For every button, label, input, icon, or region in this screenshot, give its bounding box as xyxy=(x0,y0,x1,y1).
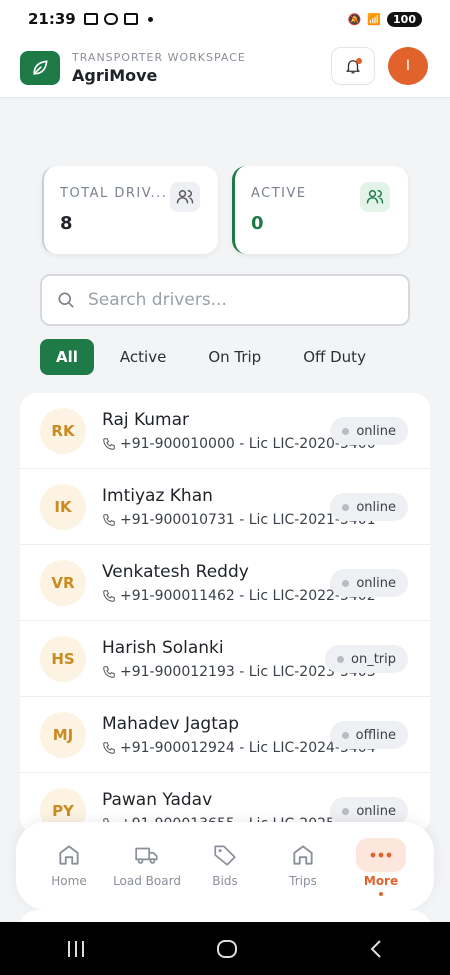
search-icon xyxy=(58,292,74,308)
active-drivers-card: ACTIVE 0 xyxy=(232,166,408,254)
user-avatar[interactable]: I xyxy=(388,47,428,85)
users-active-icon xyxy=(360,182,390,212)
notification-badge xyxy=(356,58,362,64)
status-bar: 21:39 🔕 📶 100 xyxy=(0,0,450,38)
notification-icons xyxy=(83,13,153,25)
status-dot xyxy=(342,807,350,815)
status-dot xyxy=(342,579,350,587)
clock: 21:39 xyxy=(28,10,76,28)
system-icons: 🔕 📶 100 xyxy=(347,11,422,27)
app-header: TRANSPORTER WORKSPACE AgriMove I xyxy=(0,38,450,98)
filter-tabs: All Active On Trip Off Duty xyxy=(40,339,392,375)
nav-more-label: More xyxy=(363,874,399,888)
app-title: AgriMove xyxy=(72,65,158,85)
driver-row[interactable]: MJ Mahadev Jagtap +91-900012924 - Lic LI… xyxy=(20,697,430,773)
nav-load-board-label: Load Board xyxy=(113,874,181,888)
status-text: on_trip xyxy=(351,651,396,667)
status-dot xyxy=(342,427,350,435)
back-icon[interactable] xyxy=(367,939,385,959)
nav-trips-label: Trips xyxy=(289,874,317,888)
nav-trips[interactable]: Trips xyxy=(268,822,338,910)
home-icon xyxy=(59,845,79,865)
leaf-logo-icon xyxy=(20,50,60,85)
status-dot xyxy=(342,503,350,511)
status-dot xyxy=(337,655,344,663)
status-text: online xyxy=(356,423,396,439)
total-drivers-value: 8 xyxy=(60,213,73,234)
workspace-subtitle: TRANSPORTER WORKSPACE xyxy=(72,50,246,64)
phone-icon xyxy=(103,513,115,526)
dot-icon xyxy=(147,16,153,22)
screen-record-icon xyxy=(83,13,98,25)
total-drivers-card: TOTAL DRIV... 8 xyxy=(42,166,218,254)
wifi-icon: 📶 xyxy=(367,12,382,26)
driver-avatar: RK xyxy=(40,407,86,454)
brand: TRANSPORTER WORKSPACE AgriMove xyxy=(72,51,246,85)
driver-row[interactable]: RK Raj Kumar +91-900010000 - Lic LIC-202… xyxy=(20,393,430,469)
nav-bids-label: Bids xyxy=(212,874,238,888)
more-pill xyxy=(356,838,406,872)
nav-home[interactable]: Home xyxy=(34,822,104,910)
truck-icon xyxy=(135,847,158,864)
filter-off-duty[interactable]: Off Duty xyxy=(287,339,382,375)
notifications-button[interactable] xyxy=(331,47,375,85)
nav-load-board[interactable]: Load Board xyxy=(112,822,182,910)
driver-list[interactable]: RK Raj Kumar +91-900010000 - Lic LIC-202… xyxy=(20,393,430,833)
status-badge: online xyxy=(330,493,408,521)
status-text: online xyxy=(356,499,396,515)
status-badge: on_trip xyxy=(325,645,408,673)
status-text: offline xyxy=(355,727,396,743)
phone-icon xyxy=(103,741,115,754)
phone-icon xyxy=(103,437,115,450)
status-badge: offline xyxy=(329,721,408,749)
check-box-icon xyxy=(123,13,138,25)
phone-icon xyxy=(103,589,115,602)
more-dots-icon xyxy=(370,852,392,858)
nav-more[interactable]: More xyxy=(346,822,416,910)
mute-icon: 🔕 xyxy=(347,12,362,26)
battery-indicator: 100 xyxy=(387,11,422,27)
search-box[interactable] xyxy=(40,274,410,326)
filter-active[interactable]: Active xyxy=(104,339,182,375)
driver-avatar: IK xyxy=(40,483,86,530)
driver-avatar: HS xyxy=(40,635,86,682)
recent-apps-icon[interactable] xyxy=(65,939,87,959)
filter-on-trip[interactable]: On Trip xyxy=(192,339,277,375)
status-badge: online xyxy=(330,417,408,445)
home-button-icon[interactable] xyxy=(216,938,238,960)
active-drivers-value: 0 xyxy=(251,213,264,234)
driver-row[interactable]: HS Harish Solanki +91-900012193 - Lic LI… xyxy=(20,621,430,697)
search-input[interactable] xyxy=(88,290,368,310)
active-indicator-dot xyxy=(379,892,383,896)
bottom-navigation: Home Load Board Bids Trips More xyxy=(16,822,434,910)
tag-icon xyxy=(214,845,236,866)
cloud-icon xyxy=(103,13,118,25)
phone-icon xyxy=(103,665,115,678)
users-icon xyxy=(170,182,200,212)
filter-all[interactable]: All xyxy=(40,339,94,375)
driver-row[interactable]: VR Venkatesh Reddy +91-900011462 - Lic L… xyxy=(20,545,430,621)
status-text: online xyxy=(356,803,396,819)
nav-home-label: Home xyxy=(51,874,87,888)
status-badge: online xyxy=(330,569,408,597)
status-badge: online xyxy=(330,797,408,825)
system-nav-bar xyxy=(0,922,450,975)
status-text: online xyxy=(356,575,396,591)
nav-bids[interactable]: Bids xyxy=(190,822,260,910)
trips-home-icon xyxy=(293,845,313,865)
status-dot xyxy=(341,731,349,739)
driver-avatar: MJ xyxy=(40,711,86,758)
driver-avatar: VR xyxy=(40,559,86,606)
driver-row[interactable]: IK Imtiyaz Khan +91-900010731 - Lic LIC-… xyxy=(20,469,430,545)
